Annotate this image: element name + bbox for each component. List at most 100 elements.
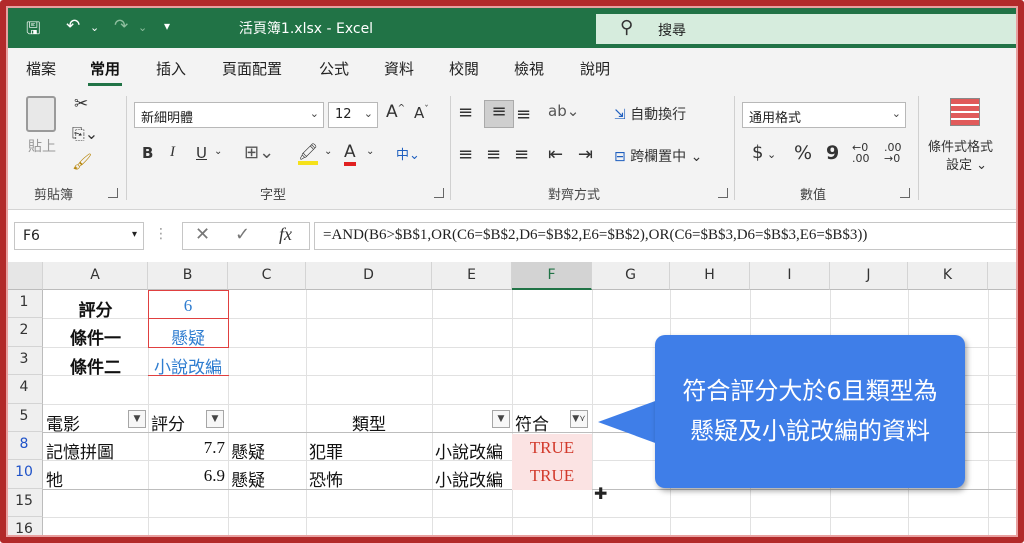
cell-f10[interactable]: TRUE bbox=[512, 462, 592, 490]
number-launcher-icon[interactable] bbox=[900, 188, 910, 198]
orientation-icon[interactable]: ab⌄ bbox=[548, 102, 579, 120]
cancel-icon[interactable]: ✕ bbox=[195, 224, 210, 245]
font-size-combo[interactable]: 12 ⌄ bbox=[328, 102, 378, 128]
column-header-f[interactable]: F bbox=[512, 262, 592, 290]
filter-dropdown-icon[interactable]: ▼ bbox=[206, 410, 224, 428]
column-header-d[interactable]: D bbox=[306, 262, 432, 290]
tab-insert[interactable]: 插入 bbox=[156, 58, 186, 79]
select-all-corner[interactable] bbox=[6, 262, 43, 290]
align-top-icon[interactable]: ≡ bbox=[458, 102, 473, 123]
column-header-a[interactable]: A bbox=[43, 262, 148, 290]
column-header-g[interactable]: G bbox=[592, 262, 670, 290]
gridline bbox=[432, 290, 433, 537]
clipboard-launcher-icon[interactable] bbox=[108, 188, 118, 198]
tab-help[interactable]: 說明 bbox=[580, 58, 610, 79]
align-left-icon[interactable]: ≡ bbox=[458, 144, 473, 165]
conditional-format-label-1[interactable]: 條件式格式 bbox=[928, 136, 993, 155]
italic-button[interactable]: I bbox=[170, 144, 175, 161]
chevron-down-icon[interactable]: ⌄ bbox=[324, 146, 332, 157]
tab-view[interactable]: 檢視 bbox=[514, 58, 544, 79]
comma-style-button[interactable]: 9 bbox=[826, 142, 839, 164]
font-launcher-icon[interactable] bbox=[434, 188, 444, 198]
increase-indent-icon[interactable]: ⇥ bbox=[578, 144, 593, 165]
cell-b8[interactable]: 7.7 bbox=[148, 434, 228, 462]
format-painter-icon[interactable]: 🖌 bbox=[72, 152, 92, 171]
filter-dropdown-icon[interactable]: ▼ bbox=[492, 410, 510, 428]
borders-icon[interactable]: ⊞⌄ bbox=[244, 142, 274, 163]
row-header-15[interactable]: 15 bbox=[6, 489, 43, 517]
paste-icon[interactable] bbox=[26, 96, 56, 132]
align-center-icon[interactable]: ≡ bbox=[486, 144, 501, 165]
column-header-k[interactable]: K bbox=[908, 262, 988, 290]
fill-color-icon[interactable]: 🖍 bbox=[298, 142, 319, 165]
number-format-combo[interactable]: 通用格式 ⌄ bbox=[742, 102, 906, 128]
row-header-16[interactable]: 16 bbox=[6, 517, 43, 537]
phonetic-icon[interactable]: 中⌄ bbox=[396, 144, 420, 163]
column-header-c[interactable]: C bbox=[228, 262, 306, 290]
search-box[interactable]: ⚲ 搜尋 bbox=[596, 14, 1018, 44]
annotation-callout: 符合評分大於6且類型為 懸疑及小說改編的資料 bbox=[655, 335, 965, 488]
merge-center-button[interactable]: ⊟ 跨欄置中 ⌄ bbox=[614, 146, 702, 166]
decrease-indent-icon[interactable]: ⇤ bbox=[548, 144, 563, 165]
column-header-l[interactable] bbox=[988, 262, 1018, 290]
tab-review[interactable]: 校閱 bbox=[449, 58, 479, 79]
paste-label[interactable]: 貼上 bbox=[28, 136, 56, 156]
align-right-icon[interactable]: ≡ bbox=[514, 144, 529, 165]
bold-button[interactable]: B bbox=[142, 144, 153, 162]
align-bottom-icon[interactable]: ≡ bbox=[516, 104, 531, 125]
cell-c10[interactable]: 懸疑 bbox=[228, 462, 306, 495]
chevron-down-icon: ⌄ bbox=[891, 107, 901, 120]
name-box-value: F6 bbox=[23, 228, 40, 244]
cell-a3[interactable]: 條件二 bbox=[43, 349, 148, 382]
chevron-down-icon[interactable]: ⌄ bbox=[214, 146, 222, 157]
decrease-decimal-icon[interactable]: .00 →0 bbox=[884, 142, 902, 164]
row-header-10[interactable]: 10 bbox=[6, 460, 43, 489]
column-header-b[interactable]: B bbox=[148, 262, 228, 290]
column-header-i[interactable]: I bbox=[750, 262, 830, 290]
enter-icon[interactable]: ✓ bbox=[235, 224, 250, 245]
cell-b10[interactable]: 6.9 bbox=[148, 462, 228, 490]
currency-button[interactable]: $ ⌄ bbox=[752, 142, 776, 163]
font-color-icon[interactable]: A bbox=[344, 142, 356, 166]
align-middle-icon[interactable]: ≡ bbox=[484, 100, 514, 128]
alignment-launcher-icon[interactable] bbox=[718, 188, 728, 198]
font-size-value: 12 bbox=[335, 107, 352, 122]
cell-a10[interactable]: 牠 bbox=[43, 462, 148, 495]
insert-function-icon[interactable]: fx bbox=[279, 224, 292, 245]
row-header-1[interactable]: 1 bbox=[6, 290, 43, 318]
cell-e10[interactable]: 小說改編 bbox=[432, 462, 512, 495]
tab-home[interactable]: 常用 bbox=[87, 58, 123, 86]
font-name-combo[interactable]: 新細明體 ⌄ bbox=[134, 102, 324, 128]
formula-input[interactable]: =AND(B6>$B$1,OR(C6=$B$2,D6=$B$2,E6=$B$2)… bbox=[314, 222, 1018, 250]
row-header-8[interactable]: 8 bbox=[6, 432, 43, 460]
chevron-down-icon[interactable]: ⌄ bbox=[366, 146, 374, 157]
increase-decimal-icon[interactable]: ←0.00 bbox=[852, 142, 870, 164]
chevron-down-icon: ⌄ bbox=[363, 107, 373, 120]
cell-d10[interactable]: 恐怖 bbox=[306, 462, 432, 495]
conditional-format-label-2[interactable]: 設定 ⌄ bbox=[946, 154, 987, 173]
percent-button[interactable]: % bbox=[794, 142, 812, 164]
cell-f8[interactable]: TRUE bbox=[512, 434, 592, 462]
callout-line-1: 符合評分大於6且類型為 bbox=[682, 377, 938, 405]
filter-active-icon[interactable]: ▼⋎ bbox=[570, 410, 588, 428]
row-header-4[interactable]: 4 bbox=[6, 375, 43, 404]
column-header-j[interactable]: J bbox=[830, 262, 908, 290]
conditional-format-icon[interactable] bbox=[950, 98, 980, 126]
tab-page-layout[interactable]: 頁面配置 bbox=[222, 58, 282, 79]
row-header-5[interactable]: 5 bbox=[6, 404, 43, 432]
increase-font-icon[interactable]: A^ bbox=[386, 102, 405, 122]
column-header-e[interactable]: E bbox=[432, 262, 512, 290]
column-header-h[interactable]: H bbox=[670, 262, 750, 290]
row-header-2[interactable]: 2 bbox=[6, 318, 43, 347]
tab-formulas[interactable]: 公式 bbox=[319, 58, 349, 79]
row-header-3[interactable]: 3 bbox=[6, 347, 43, 375]
tab-data[interactable]: 資料 bbox=[384, 58, 414, 79]
filter-dropdown-icon[interactable]: ▼ bbox=[128, 410, 146, 428]
decrease-font-icon[interactable]: Aˇ bbox=[414, 104, 429, 122]
wrap-text-button[interactable]: ⇲ 自動換行 bbox=[614, 104, 686, 124]
cut-icon[interactable]: ✂ bbox=[74, 94, 88, 114]
underline-button[interactable]: U bbox=[196, 144, 207, 162]
name-box[interactable]: F6 ▾ bbox=[14, 222, 144, 250]
tab-file[interactable]: 檔案 bbox=[26, 58, 56, 79]
copy-icon[interactable]: ⎘⌄ bbox=[72, 124, 98, 144]
